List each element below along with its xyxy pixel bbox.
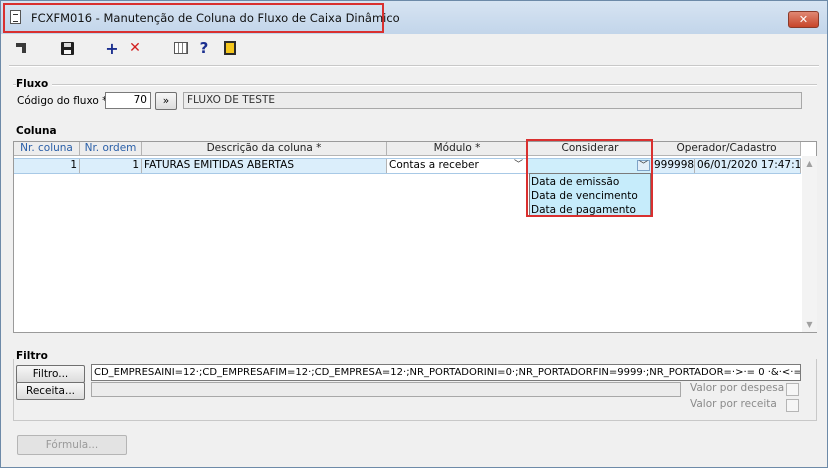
valor-despesa-label: Valor por despesa: [690, 382, 785, 394]
header-descricao[interactable]: Descrição da coluna *: [142, 142, 387, 156]
add-icon[interactable]: +: [104, 39, 120, 58]
grid-vertical-scrollbar[interactable]: ▲ ▼: [802, 156, 817, 332]
delete-icon[interactable]: ✕: [127, 40, 143, 56]
document-icon: [10, 10, 21, 24]
header-modulo[interactable]: Módulo *: [387, 142, 528, 156]
calculator-icon[interactable]: [173, 40, 189, 56]
exit-icon[interactable]: [222, 40, 238, 56]
valor-receita-checkbox[interactable]: [786, 399, 799, 412]
back-icon[interactable]: [13, 40, 29, 56]
revenue-field: [91, 382, 681, 397]
valor-despesa-checkbox[interactable]: [786, 383, 799, 396]
save-icon[interactable]: [59, 40, 75, 56]
fluxo-group-label: Fluxo: [16, 78, 53, 90]
flow-description-field: FLUXO DE TESTE: [183, 92, 802, 109]
window-title: FCXFM016 - Manutenção de Coluna do Fluxo…: [31, 11, 400, 25]
scroll-down-icon[interactable]: ▼: [802, 317, 817, 332]
close-button[interactable]: ✕: [788, 11, 819, 28]
filter-expression-field[interactable]: CD_EMPRESAINI=12·;CD_EMPRESAFIM=12·;CD_E…: [91, 364, 801, 381]
cell-considerar-combo[interactable]: ﹀: [528, 158, 653, 174]
valor-receita-label: Valor por receita: [690, 398, 777, 410]
chevron-down-icon[interactable]: ﹀: [637, 160, 650, 171]
columns-grid: Nr. coluna Nr. ordem Descrição da coluna…: [13, 141, 817, 333]
cell-nr-coluna[interactable]: 1: [14, 158, 80, 174]
flow-lookup-button[interactable]: »: [155, 92, 177, 110]
option-data-emissao[interactable]: Data de emissão: [531, 175, 619, 189]
header-operador-cadastro[interactable]: Operador/Cadastro: [653, 142, 801, 156]
option-data-pagamento[interactable]: Data de pagamento: [531, 203, 636, 217]
flow-code-input[interactable]: 70: [105, 92, 151, 109]
title-bar: FCXFM016 - Manutenção de Coluna do Fluxo…: [1, 1, 827, 34]
header-considerar[interactable]: Considerar: [528, 142, 653, 156]
formula-button[interactable]: Fórmula...: [17, 435, 127, 455]
fluxo-group-line: [13, 84, 817, 86]
chevron-down-icon[interactable]: ﹀: [512, 160, 525, 171]
cell-modulo-value: Contas a receber: [389, 159, 479, 171]
header-nr-coluna[interactable]: Nr. coluna: [14, 142, 80, 156]
cell-cadastro[interactable]: 06/01/2020 17:47:19: [695, 158, 801, 174]
cell-operador[interactable]: 999998: [653, 158, 695, 174]
cell-descricao[interactable]: FATURAS EMITIDAS ABERTAS: [142, 158, 387, 174]
header-nr-ordem[interactable]: Nr. ordem: [80, 142, 142, 156]
flow-code-label: Código do fluxo *: [17, 95, 108, 107]
help-icon[interactable]: ?: [196, 39, 212, 57]
filter-button[interactable]: Filtro...: [16, 365, 85, 383]
revenue-button[interactable]: Receita...: [16, 382, 85, 400]
considerar-dropdown-list: Data de emissão Data de vencimento Data …: [529, 173, 651, 217]
coluna-group-label: Coluna: [16, 125, 57, 137]
scroll-up-icon[interactable]: ▲: [802, 156, 817, 171]
option-data-vencimento[interactable]: Data de vencimento: [531, 189, 638, 203]
toolbar-separator: [9, 65, 819, 67]
main-window: FCXFM016 - Manutenção de Coluna do Fluxo…: [0, 0, 828, 468]
cell-nr-ordem[interactable]: 1: [80, 158, 142, 174]
cell-modulo-combo[interactable]: Contas a receber ﹀: [387, 158, 528, 174]
